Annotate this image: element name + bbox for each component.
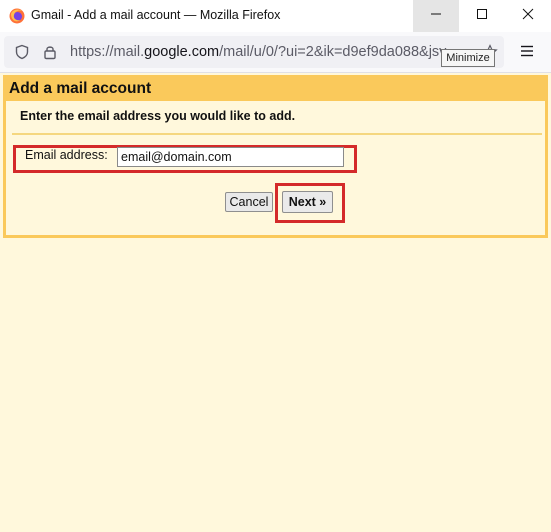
- window-title: Gmail - Add a mail account — Mozilla Fir…: [31, 8, 281, 22]
- minimize-icon: [430, 7, 442, 25]
- close-window-button[interactable]: [505, 0, 551, 32]
- window-titlebar: Gmail - Add a mail account — Mozilla Fir…: [0, 0, 551, 32]
- firefox-logo-icon: [9, 8, 25, 24]
- url-text[interactable]: https://mail.google.com/mail/u/0/?ui=2&i…: [70, 44, 480, 60]
- minimize-button[interactable]: [413, 0, 459, 32]
- cancel-button[interactable]: Cancel: [225, 192, 273, 212]
- hamburger-menu-icon[interactable]: [519, 43, 535, 64]
- email-label: Email address:: [25, 148, 108, 162]
- instruction-text: Enter the email address you would like t…: [20, 109, 296, 123]
- url-host: google.com: [144, 44, 220, 60]
- url-prefix: https://mail.: [70, 44, 145, 60]
- divider: [12, 133, 542, 135]
- maximize-button[interactable]: [459, 0, 505, 32]
- maximize-icon: [476, 7, 488, 25]
- page-content: Add a mail account Enter the email addre…: [0, 73, 551, 532]
- next-button[interactable]: Next »: [282, 191, 333, 213]
- url-path: /mail/u/0/?ui=2&ik=d9ef9da088&jsv: [219, 44, 447, 60]
- dialog-body: Enter the email address you would like t…: [6, 101, 545, 235]
- dialog-title: Add a mail account: [9, 80, 152, 97]
- minimize-tooltip: Minimize: [441, 49, 495, 67]
- add-mail-account-dialog: Add a mail account Enter the email addre…: [3, 75, 548, 238]
- shield-icon[interactable]: [14, 44, 30, 65]
- email-field[interactable]: [117, 147, 344, 167]
- close-icon: [522, 7, 534, 25]
- lock-icon[interactable]: [42, 44, 58, 65]
- address-bar[interactable]: https://mail.google.com/mail/u/0/?ui=2&i…: [4, 36, 504, 68]
